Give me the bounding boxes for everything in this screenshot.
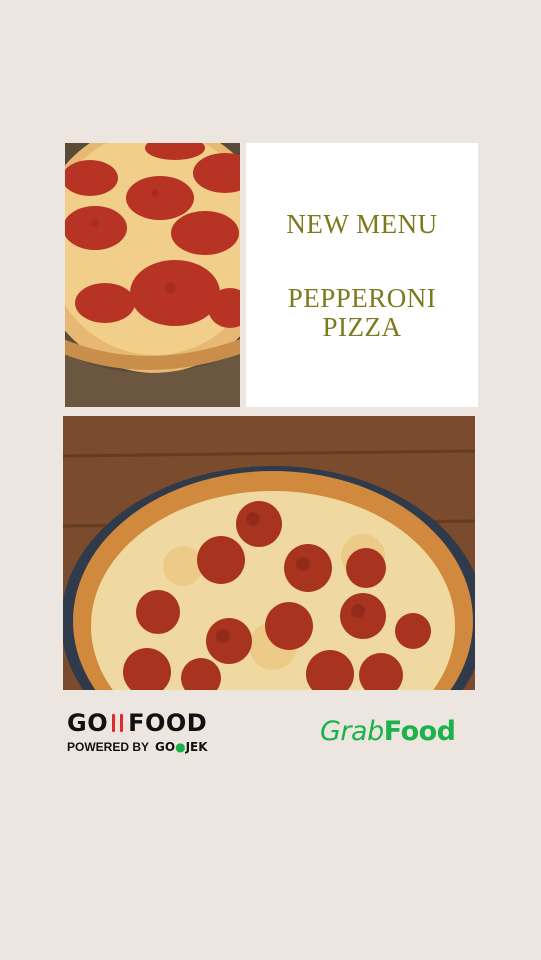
powered-by-gojek: POWERED BY GO●JEK [67, 740, 208, 754]
pizza-closeup-photo [65, 143, 240, 407]
grabfood-logo: GrabFood [320, 716, 456, 747]
product-name: PEPPERONI PIZZA [287, 282, 437, 342]
title-card: NEW MENU PEPPERONI PIZZA [246, 143, 478, 407]
gofood-logo: GO FOOD POWERED BY GO●JEK [67, 710, 212, 758]
fork-knife-icon [109, 712, 127, 734]
gojek-icon: ● [175, 740, 186, 754]
pizza-overhead-photo [63, 416, 475, 690]
gojek-wordmark: GO●JEK [155, 740, 208, 754]
gofood-wordmark: GO FOOD [67, 709, 208, 737]
new-menu-heading: NEW MENU [286, 208, 438, 239]
